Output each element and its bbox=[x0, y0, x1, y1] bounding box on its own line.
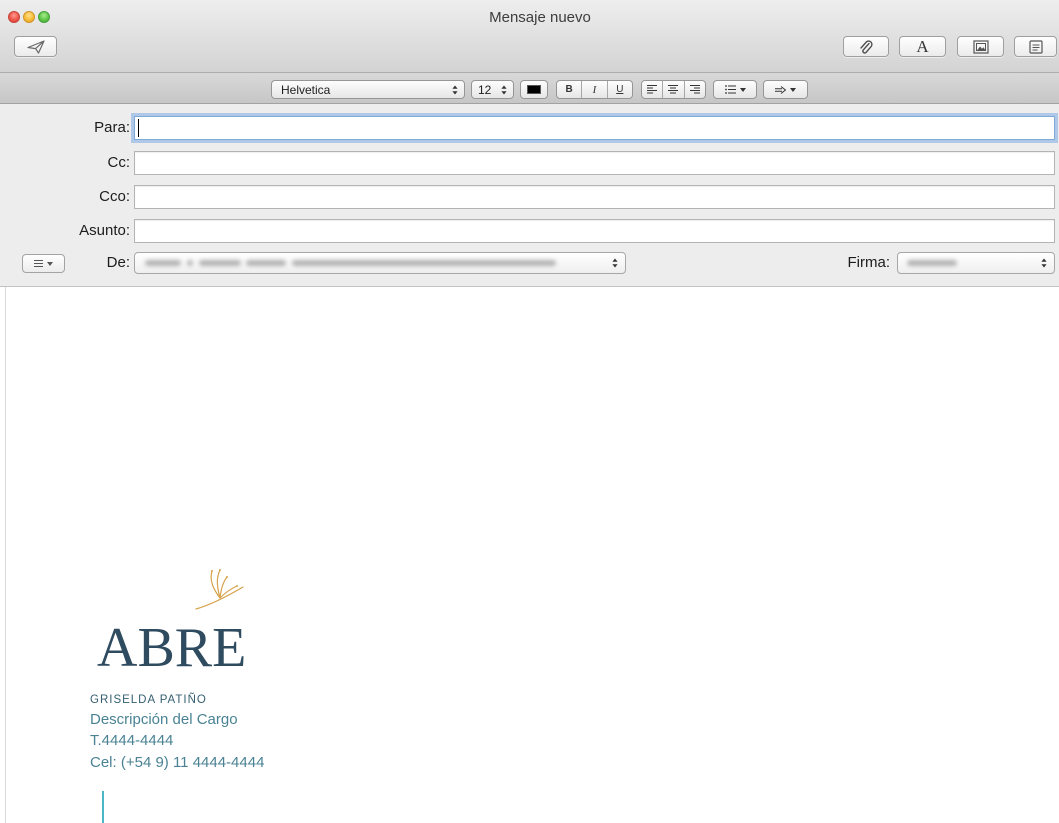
updown-arrows-icon bbox=[1041, 258, 1047, 268]
font-size-select[interactable]: 12 bbox=[471, 80, 514, 99]
photo-browser-button[interactable] bbox=[957, 36, 1004, 57]
bold-button[interactable]: B bbox=[557, 81, 581, 98]
stationery-icon bbox=[1028, 39, 1043, 54]
align-right-button[interactable] bbox=[683, 81, 705, 98]
cc-field[interactable] bbox=[134, 151, 1055, 175]
font-family-select[interactable]: Helvetica bbox=[271, 80, 465, 99]
show-fonts-button[interactable]: A bbox=[899, 36, 946, 57]
window-title: Mensaje nuevo bbox=[489, 9, 591, 26]
text-color-well[interactable] bbox=[520, 80, 548, 99]
redacted-text bbox=[246, 260, 286, 266]
mail-compose-window: Mensaje nuevo A Helvetica 12 B I U Para:… bbox=[0, 0, 1059, 823]
redacted-text bbox=[199, 260, 241, 266]
font-size-value: 12 bbox=[478, 82, 492, 97]
attach-button[interactable] bbox=[843, 36, 889, 57]
signature-rule bbox=[102, 791, 104, 823]
cc-label: Cc: bbox=[107, 154, 131, 171]
text-caret bbox=[138, 119, 139, 137]
align-left-button[interactable] bbox=[642, 81, 662, 98]
message-body[interactable]: ABRE GRISELDA PATIÑO Descripción del Car… bbox=[0, 287, 1059, 823]
paperclip-icon bbox=[860, 39, 873, 54]
window-edge bbox=[5, 287, 6, 823]
dandelion-logo-icon bbox=[195, 569, 244, 610]
window-toolbar: Mensaje nuevo A bbox=[0, 0, 1059, 73]
bcc-field[interactable] bbox=[134, 185, 1055, 209]
underline-button[interactable]: U bbox=[606, 81, 632, 98]
indent-arrow-icon bbox=[775, 85, 786, 94]
align-left-icon bbox=[647, 85, 658, 94]
redacted-text bbox=[145, 260, 181, 266]
signature-label: Firma: bbox=[847, 254, 891, 271]
zoom-window-button[interactable] bbox=[38, 11, 50, 23]
updown-arrows-icon bbox=[612, 258, 618, 268]
to-field[interactable] bbox=[134, 116, 1055, 140]
subject-label: Asunto: bbox=[79, 222, 130, 239]
chevron-down-icon bbox=[790, 87, 796, 92]
minimize-window-button[interactable] bbox=[23, 11, 35, 23]
chevron-down-icon bbox=[739, 87, 746, 92]
signature-select[interactable] bbox=[897, 252, 1055, 274]
stationery-button[interactable] bbox=[1014, 36, 1057, 57]
alignment-segmented bbox=[641, 80, 706, 99]
photo-browser-icon bbox=[972, 39, 989, 54]
redacted-text bbox=[187, 260, 193, 266]
signature-mobile: Cel: (+54 9) 11 4444-4444 bbox=[90, 754, 265, 771]
signature-phone: T.4444-4444 bbox=[90, 732, 174, 749]
redacted-text bbox=[907, 260, 957, 266]
italic-button[interactable]: I bbox=[581, 81, 606, 98]
from-account-select[interactable] bbox=[134, 252, 626, 274]
indent-button[interactable] bbox=[763, 80, 808, 99]
subject-field[interactable] bbox=[134, 219, 1055, 243]
to-label: Para: bbox=[94, 119, 130, 136]
updown-arrows-icon bbox=[501, 85, 507, 95]
updown-arrows-icon bbox=[452, 85, 458, 95]
paper-plane-icon bbox=[26, 39, 45, 54]
logo-wordmark: ABRE bbox=[97, 617, 247, 679]
from-label: De: bbox=[106, 254, 130, 271]
close-window-button[interactable] bbox=[8, 11, 20, 23]
signature-job-title: Descripción del Cargo bbox=[90, 711, 238, 728]
message-header-fields: Para: Cc: Cco: Asunto: De: Firma: bbox=[0, 104, 1059, 287]
bcc-label: Cco: bbox=[99, 188, 130, 205]
bulleted-list-icon bbox=[724, 85, 736, 94]
format-bar: Helvetica 12 B I U bbox=[0, 73, 1059, 104]
text-color-swatch bbox=[527, 85, 541, 94]
align-right-icon bbox=[689, 85, 700, 94]
signature-name: GRISELDA PATIÑO bbox=[90, 694, 207, 706]
list-style-button[interactable] bbox=[713, 80, 757, 99]
text-style-segmented: B I U bbox=[556, 80, 633, 99]
send-button[interactable] bbox=[14, 36, 57, 57]
align-center-button[interactable] bbox=[662, 81, 683, 98]
align-center-icon bbox=[668, 85, 679, 94]
font-family-value: Helvetica bbox=[281, 82, 331, 97]
redacted-text bbox=[292, 260, 556, 266]
